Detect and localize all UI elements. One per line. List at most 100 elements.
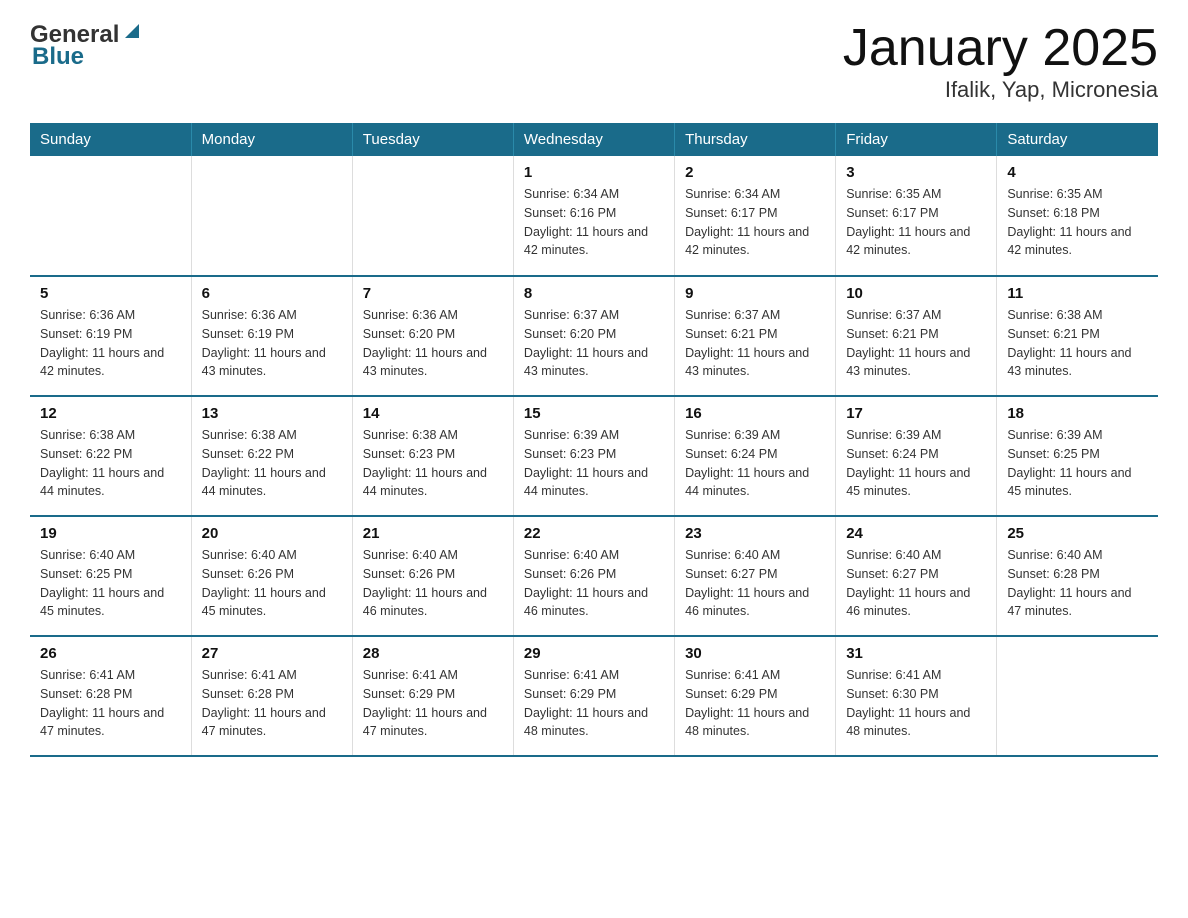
logo-blue-text: Blue (32, 43, 84, 71)
sun-info: Sunrise: 6:35 AMSunset: 6:18 PMDaylight:… (1007, 185, 1148, 260)
sun-info: Sunrise: 6:37 AMSunset: 6:21 PMDaylight:… (685, 306, 825, 381)
day-number: 3 (846, 164, 986, 181)
calendar-cell: 4 Sunrise: 6:35 AMSunset: 6:18 PMDaylight… (997, 156, 1158, 276)
calendar-cell: 11 Sunrise: 6:38 AMSunset: 6:21 PMDayligh… (997, 276, 1158, 396)
sun-info: Sunrise: 6:37 AMSunset: 6:21 PMDaylight:… (846, 306, 986, 381)
page-subtitle: Ifalik, Yap, Micronesia (843, 77, 1158, 103)
sun-info: Sunrise: 6:40 AMSunset: 6:28 PMDaylight:… (1007, 546, 1148, 621)
sun-info: Sunrise: 6:40 AMSunset: 6:25 PMDaylight:… (40, 546, 181, 621)
calendar-cell: 31Sunrise: 6:41 AMSunset: 6:30 PMDayligh… (836, 636, 997, 756)
sun-info: Sunrise: 6:38 AMSunset: 6:22 PMDaylight:… (40, 426, 181, 501)
day-number: 24 (846, 525, 986, 542)
sun-info: Sunrise: 6:35 AMSunset: 6:17 PMDaylight:… (846, 185, 986, 260)
sun-info: Sunrise: 6:41 AMSunset: 6:29 PMDaylight:… (524, 666, 664, 741)
page-header: General Blue January 2025 Ifalik, Yap, M… (30, 20, 1158, 103)
calendar-cell (997, 636, 1158, 756)
day-number: 5 (40, 285, 181, 302)
calendar-cell: 28Sunrise: 6:41 AMSunset: 6:29 PMDayligh… (352, 636, 513, 756)
logo-triangle-icon (121, 20, 143, 47)
calendar-row-2: 5 Sunrise: 6:36 AMSunset: 6:19 PMDaylight… (30, 276, 1158, 396)
sun-info: Sunrise: 6:36 AMSunset: 6:19 PMDaylight:… (202, 306, 342, 381)
sun-info: Sunrise: 6:36 AMSunset: 6:19 PMDaylight:… (40, 306, 181, 381)
day-number: 1 (524, 164, 664, 181)
day-number: 19 (40, 525, 181, 542)
calendar-cell (191, 156, 352, 276)
calendar-cell: 1 Sunrise: 6:34 AMSunset: 6:16 PMDaylight… (513, 156, 674, 276)
sun-info: Sunrise: 6:39 AMSunset: 6:23 PMDaylight:… (524, 426, 664, 501)
header-sunday: Sunday (30, 123, 191, 156)
sun-info: Sunrise: 6:40 AMSunset: 6:26 PMDaylight:… (363, 546, 503, 621)
calendar-cell: 16 Sunrise: 6:39 AMSunset: 6:24 PMDayligh… (675, 396, 836, 516)
calendar-row-3: 12Sunrise: 6:38 AMSunset: 6:22 PMDayligh… (30, 396, 1158, 516)
day-number: 23 (685, 525, 825, 542)
calendar-cell: 18 Sunrise: 6:39 AMSunset: 6:25 PMDayligh… (997, 396, 1158, 516)
sun-info: Sunrise: 6:38 AMSunset: 6:21 PMDaylight:… (1007, 306, 1148, 381)
calendar-cell: 24 Sunrise: 6:40 AMSunset: 6:27 PMDayligh… (836, 516, 997, 636)
calendar-cell: 5 Sunrise: 6:36 AMSunset: 6:19 PMDaylight… (30, 276, 191, 396)
calendar-cell: 17 Sunrise: 6:39 AMSunset: 6:24 PMDayligh… (836, 396, 997, 516)
calendar-cell: 14 Sunrise: 6:38 AMSunset: 6:23 PMDayligh… (352, 396, 513, 516)
sun-info: Sunrise: 6:40 AMSunset: 6:26 PMDaylight:… (524, 546, 664, 621)
calendar-cell: 3 Sunrise: 6:35 AMSunset: 6:17 PMDaylight… (836, 156, 997, 276)
day-number: 15 (524, 405, 664, 422)
day-number: 27 (202, 645, 342, 662)
day-number: 9 (685, 285, 825, 302)
logo: General Blue (30, 20, 143, 71)
day-number: 21 (363, 525, 503, 542)
header-thursday: Thursday (675, 123, 836, 156)
day-number: 14 (363, 405, 503, 422)
title-block: January 2025 Ifalik, Yap, Micronesia (843, 20, 1158, 103)
day-number: 4 (1007, 164, 1148, 181)
sun-info: Sunrise: 6:39 AMSunset: 6:25 PMDaylight:… (1007, 426, 1148, 501)
calendar-cell (352, 156, 513, 276)
calendar-cell: 13 Sunrise: 6:38 AMSunset: 6:22 PMDayligh… (191, 396, 352, 516)
day-number: 17 (846, 405, 986, 422)
calendar-cell: 15 Sunrise: 6:39 AMSunset: 6:23 PMDayligh… (513, 396, 674, 516)
calendar-cell: 30 Sunrise: 6:41 AMSunset: 6:29 PMDayligh… (675, 636, 836, 756)
calendar-cell: 8Sunrise: 6:37 AMSunset: 6:20 PMDaylight… (513, 276, 674, 396)
day-number: 16 (685, 405, 825, 422)
day-number: 31 (846, 645, 986, 662)
calendar-cell: 19 Sunrise: 6:40 AMSunset: 6:25 PMDayligh… (30, 516, 191, 636)
header-row: SundayMondayTuesdayWednesdayThursdayFrid… (30, 123, 1158, 156)
day-number: 6 (202, 285, 342, 302)
header-wednesday: Wednesday (513, 123, 674, 156)
sun-info: Sunrise: 6:34 AMSunset: 6:16 PMDaylight:… (524, 185, 664, 260)
header-saturday: Saturday (997, 123, 1158, 156)
calendar-cell: 2Sunrise: 6:34 AMSunset: 6:17 PMDaylight… (675, 156, 836, 276)
day-number: 30 (685, 645, 825, 662)
day-number: 11 (1007, 285, 1148, 302)
calendar-cell: 20 Sunrise: 6:40 AMSunset: 6:26 PMDayligh… (191, 516, 352, 636)
day-number: 26 (40, 645, 181, 662)
sun-info: Sunrise: 6:41 AMSunset: 6:29 PMDaylight:… (685, 666, 825, 741)
calendar-cell: 21 Sunrise: 6:40 AMSunset: 6:26 PMDayligh… (352, 516, 513, 636)
header-tuesday: Tuesday (352, 123, 513, 156)
sun-info: Sunrise: 6:41 AMSunset: 6:28 PMDaylight:… (40, 666, 181, 741)
calendar-cell: 27 Sunrise: 6:41 AMSunset: 6:28 PMDayligh… (191, 636, 352, 756)
header-monday: Monday (191, 123, 352, 156)
day-number: 13 (202, 405, 342, 422)
day-number: 18 (1007, 405, 1148, 422)
calendar-cell (30, 156, 191, 276)
sun-info: Sunrise: 6:40 AMSunset: 6:27 PMDaylight:… (846, 546, 986, 621)
sun-info: Sunrise: 6:41 AMSunset: 6:28 PMDaylight:… (202, 666, 342, 741)
sun-info: Sunrise: 6:40 AMSunset: 6:26 PMDaylight:… (202, 546, 342, 621)
day-number: 25 (1007, 525, 1148, 542)
day-number: 29 (524, 645, 664, 662)
calendar-cell: 12Sunrise: 6:38 AMSunset: 6:22 PMDayligh… (30, 396, 191, 516)
sun-info: Sunrise: 6:39 AMSunset: 6:24 PMDaylight:… (685, 426, 825, 501)
calendar-cell: 29 Sunrise: 6:41 AMSunset: 6:29 PMDayligh… (513, 636, 674, 756)
calendar-cell: 9 Sunrise: 6:37 AMSunset: 6:21 PMDaylight… (675, 276, 836, 396)
sun-info: Sunrise: 6:38 AMSunset: 6:23 PMDaylight:… (363, 426, 503, 501)
sun-info: Sunrise: 6:39 AMSunset: 6:24 PMDaylight:… (846, 426, 986, 501)
day-number: 8 (524, 285, 664, 302)
calendar-cell: 7Sunrise: 6:36 AMSunset: 6:20 PMDaylight… (352, 276, 513, 396)
day-number: 2 (685, 164, 825, 181)
sun-info: Sunrise: 6:38 AMSunset: 6:22 PMDaylight:… (202, 426, 342, 501)
calendar-cell: 23 Sunrise: 6:40 AMSunset: 6:27 PMDayligh… (675, 516, 836, 636)
day-number: 22 (524, 525, 664, 542)
day-number: 20 (202, 525, 342, 542)
sun-info: Sunrise: 6:40 AMSunset: 6:27 PMDaylight:… (685, 546, 825, 621)
calendar-cell: 10Sunrise: 6:37 AMSunset: 6:21 PMDayligh… (836, 276, 997, 396)
calendar-row-4: 19 Sunrise: 6:40 AMSunset: 6:25 PMDayligh… (30, 516, 1158, 636)
